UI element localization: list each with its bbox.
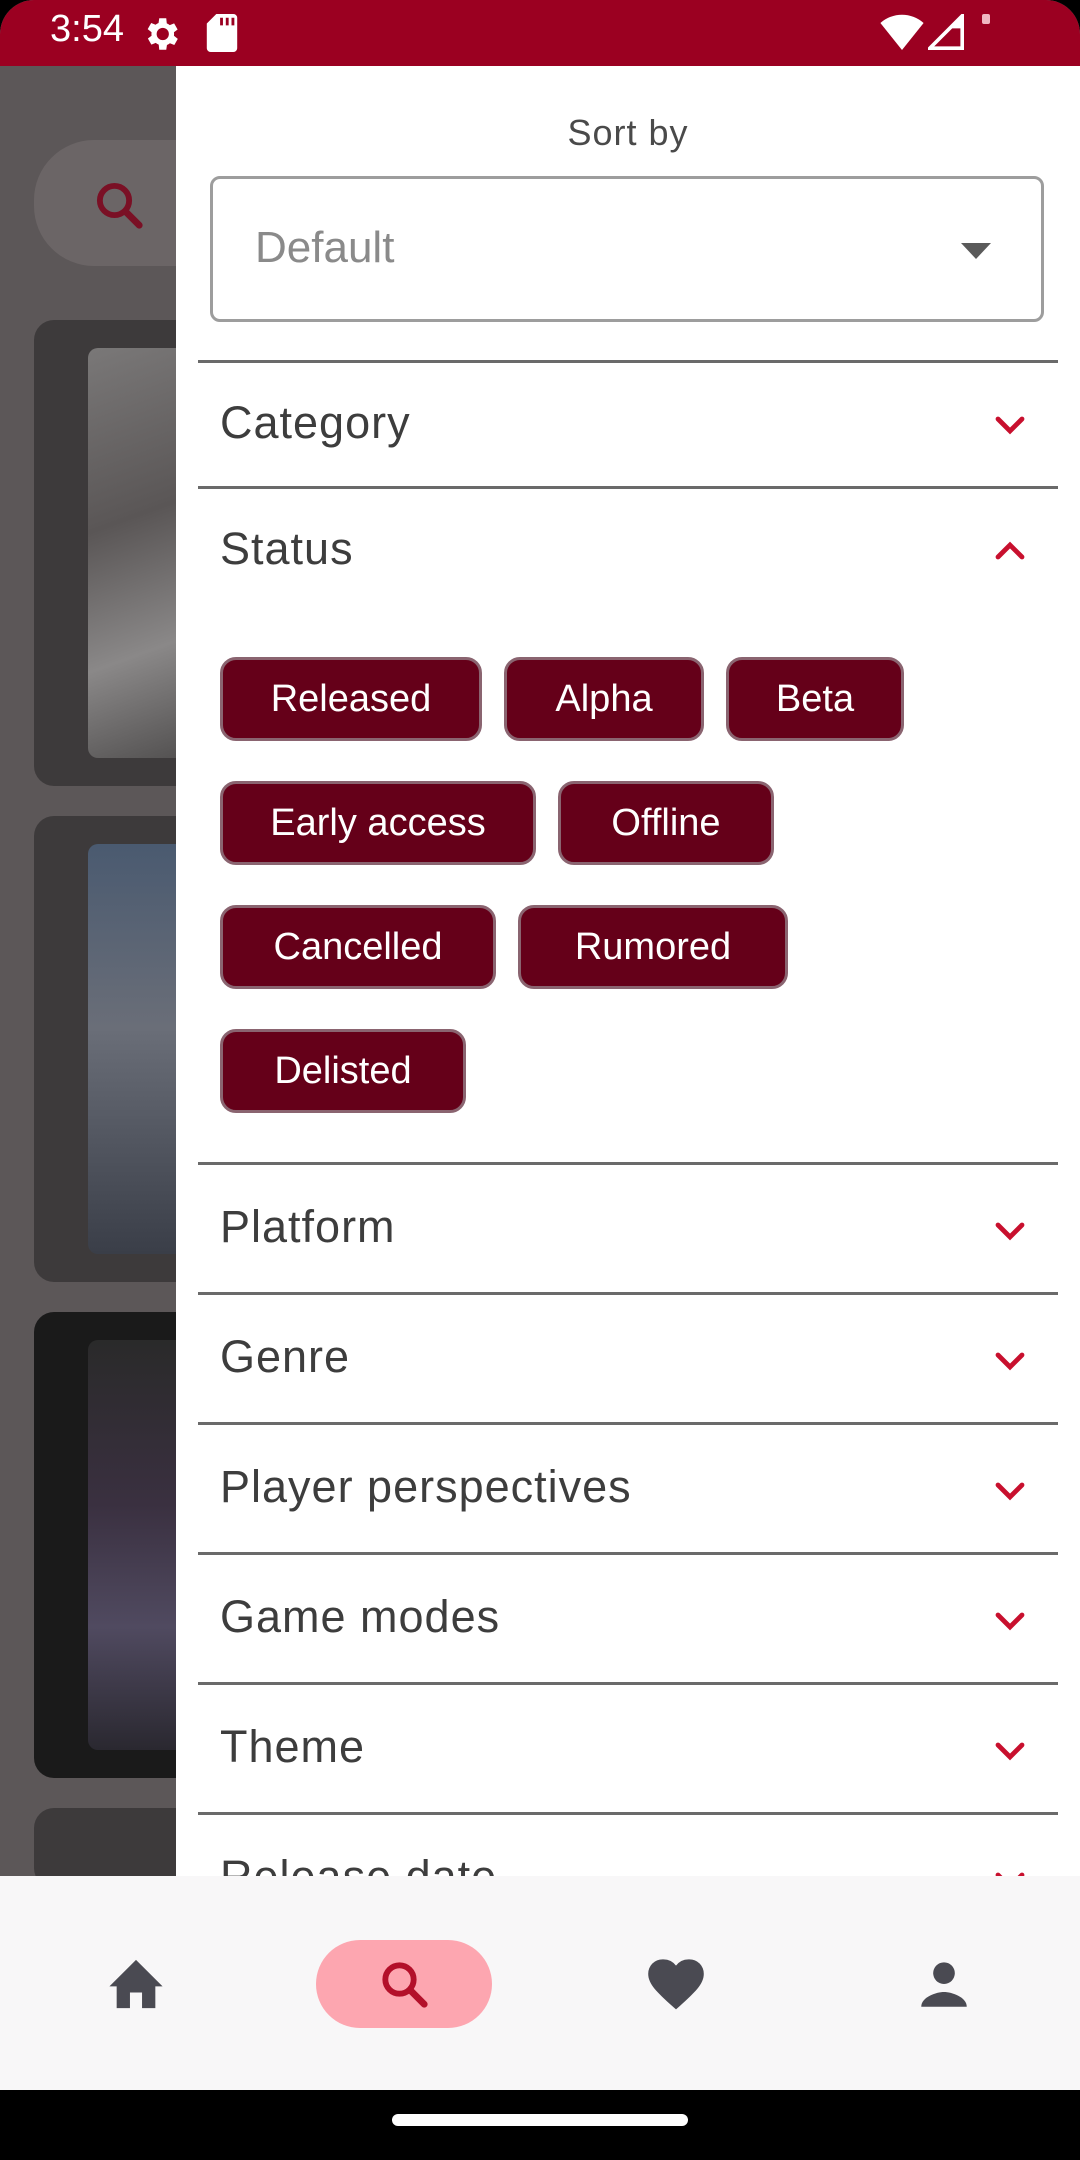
section-title: Platform xyxy=(220,1201,396,1252)
person-icon xyxy=(921,1962,967,2007)
nav-home[interactable] xyxy=(48,1940,224,2028)
status-chip-rumored[interactable]: Rumored xyxy=(518,905,788,989)
filter-section-theme[interactable]: Theme xyxy=(198,1682,1058,1815)
chevron-down-icon xyxy=(995,416,1025,435)
filter-drawer: Sort by Default Category Status Released… xyxy=(176,66,1080,1876)
bottom-navigation xyxy=(0,1876,1080,2090)
section-title: Game modes xyxy=(220,1591,501,1642)
filter-section-status[interactable]: Status Released Alpha Beta Early access … xyxy=(198,486,1058,1229)
chevron-up-icon xyxy=(995,541,1025,560)
chevron-down-icon xyxy=(995,1352,1025,1371)
status-chip-delisted[interactable]: Delisted xyxy=(220,1029,466,1113)
section-title: Release date xyxy=(220,1851,497,1876)
settings-gear-icon xyxy=(147,18,178,50)
chevron-down-icon xyxy=(995,1222,1025,1241)
chevron-down-icon xyxy=(995,1482,1025,1501)
home-icon xyxy=(109,1959,163,2009)
filter-section-category[interactable]: Category xyxy=(198,360,1058,487)
section-title: Category xyxy=(220,397,411,448)
section-title: Player perspectives xyxy=(220,1461,632,1512)
status-time: 3:54 xyxy=(50,8,124,50)
nav-favorites[interactable] xyxy=(588,1940,764,2028)
filter-section-genre[interactable]: Genre xyxy=(198,1292,1058,1425)
sort-selected-value: Default xyxy=(255,223,395,272)
status-chip-cancelled[interactable]: Cancelled xyxy=(220,905,496,989)
nav-profile[interactable] xyxy=(856,1940,1032,2028)
section-title: Status xyxy=(220,523,354,574)
status-chip-offline[interactable]: Offline xyxy=(558,781,774,865)
battery-dot-icon xyxy=(982,14,990,24)
status-chip-released[interactable]: Released xyxy=(220,657,482,741)
wifi-icon xyxy=(880,14,924,50)
home-gesture-handle[interactable] xyxy=(392,2114,688,2126)
chevron-down-icon xyxy=(995,1872,1025,1876)
status-chip-early-access[interactable]: Early access xyxy=(220,781,536,865)
section-title: Theme xyxy=(220,1721,366,1772)
nav-search[interactable] xyxy=(316,1940,492,2028)
sort-by-label: Sort by xyxy=(567,112,689,153)
filter-section-game-modes[interactable]: Game modes xyxy=(198,1552,1058,1685)
system-navigation-bar xyxy=(0,2090,1080,2160)
dropdown-arrow-icon xyxy=(961,243,991,259)
status-chip-alpha[interactable]: Alpha xyxy=(504,657,704,741)
heart-icon xyxy=(648,1959,704,2010)
chevron-down-icon xyxy=(995,1742,1025,1761)
section-title: Genre xyxy=(220,1331,351,1382)
filter-section-release-date[interactable]: Release date xyxy=(198,1812,1058,1876)
sd-card-icon xyxy=(206,14,238,52)
search-icon xyxy=(96,182,143,229)
status-bar: 3:54 xyxy=(0,0,1080,66)
filter-section-player-perspectives[interactable]: Player perspectives xyxy=(198,1422,1058,1555)
chevron-down-icon xyxy=(995,1612,1025,1631)
signal-icon xyxy=(928,14,964,50)
app-screen: 3:54 Sort by Default Category Status Rel… xyxy=(0,0,1080,2160)
search-icon xyxy=(382,1962,428,2008)
status-chip-beta[interactable]: Beta xyxy=(726,657,904,741)
filter-section-platform[interactable]: Platform xyxy=(198,1162,1058,1295)
sort-by-dropdown[interactable]: Default xyxy=(210,176,1044,322)
